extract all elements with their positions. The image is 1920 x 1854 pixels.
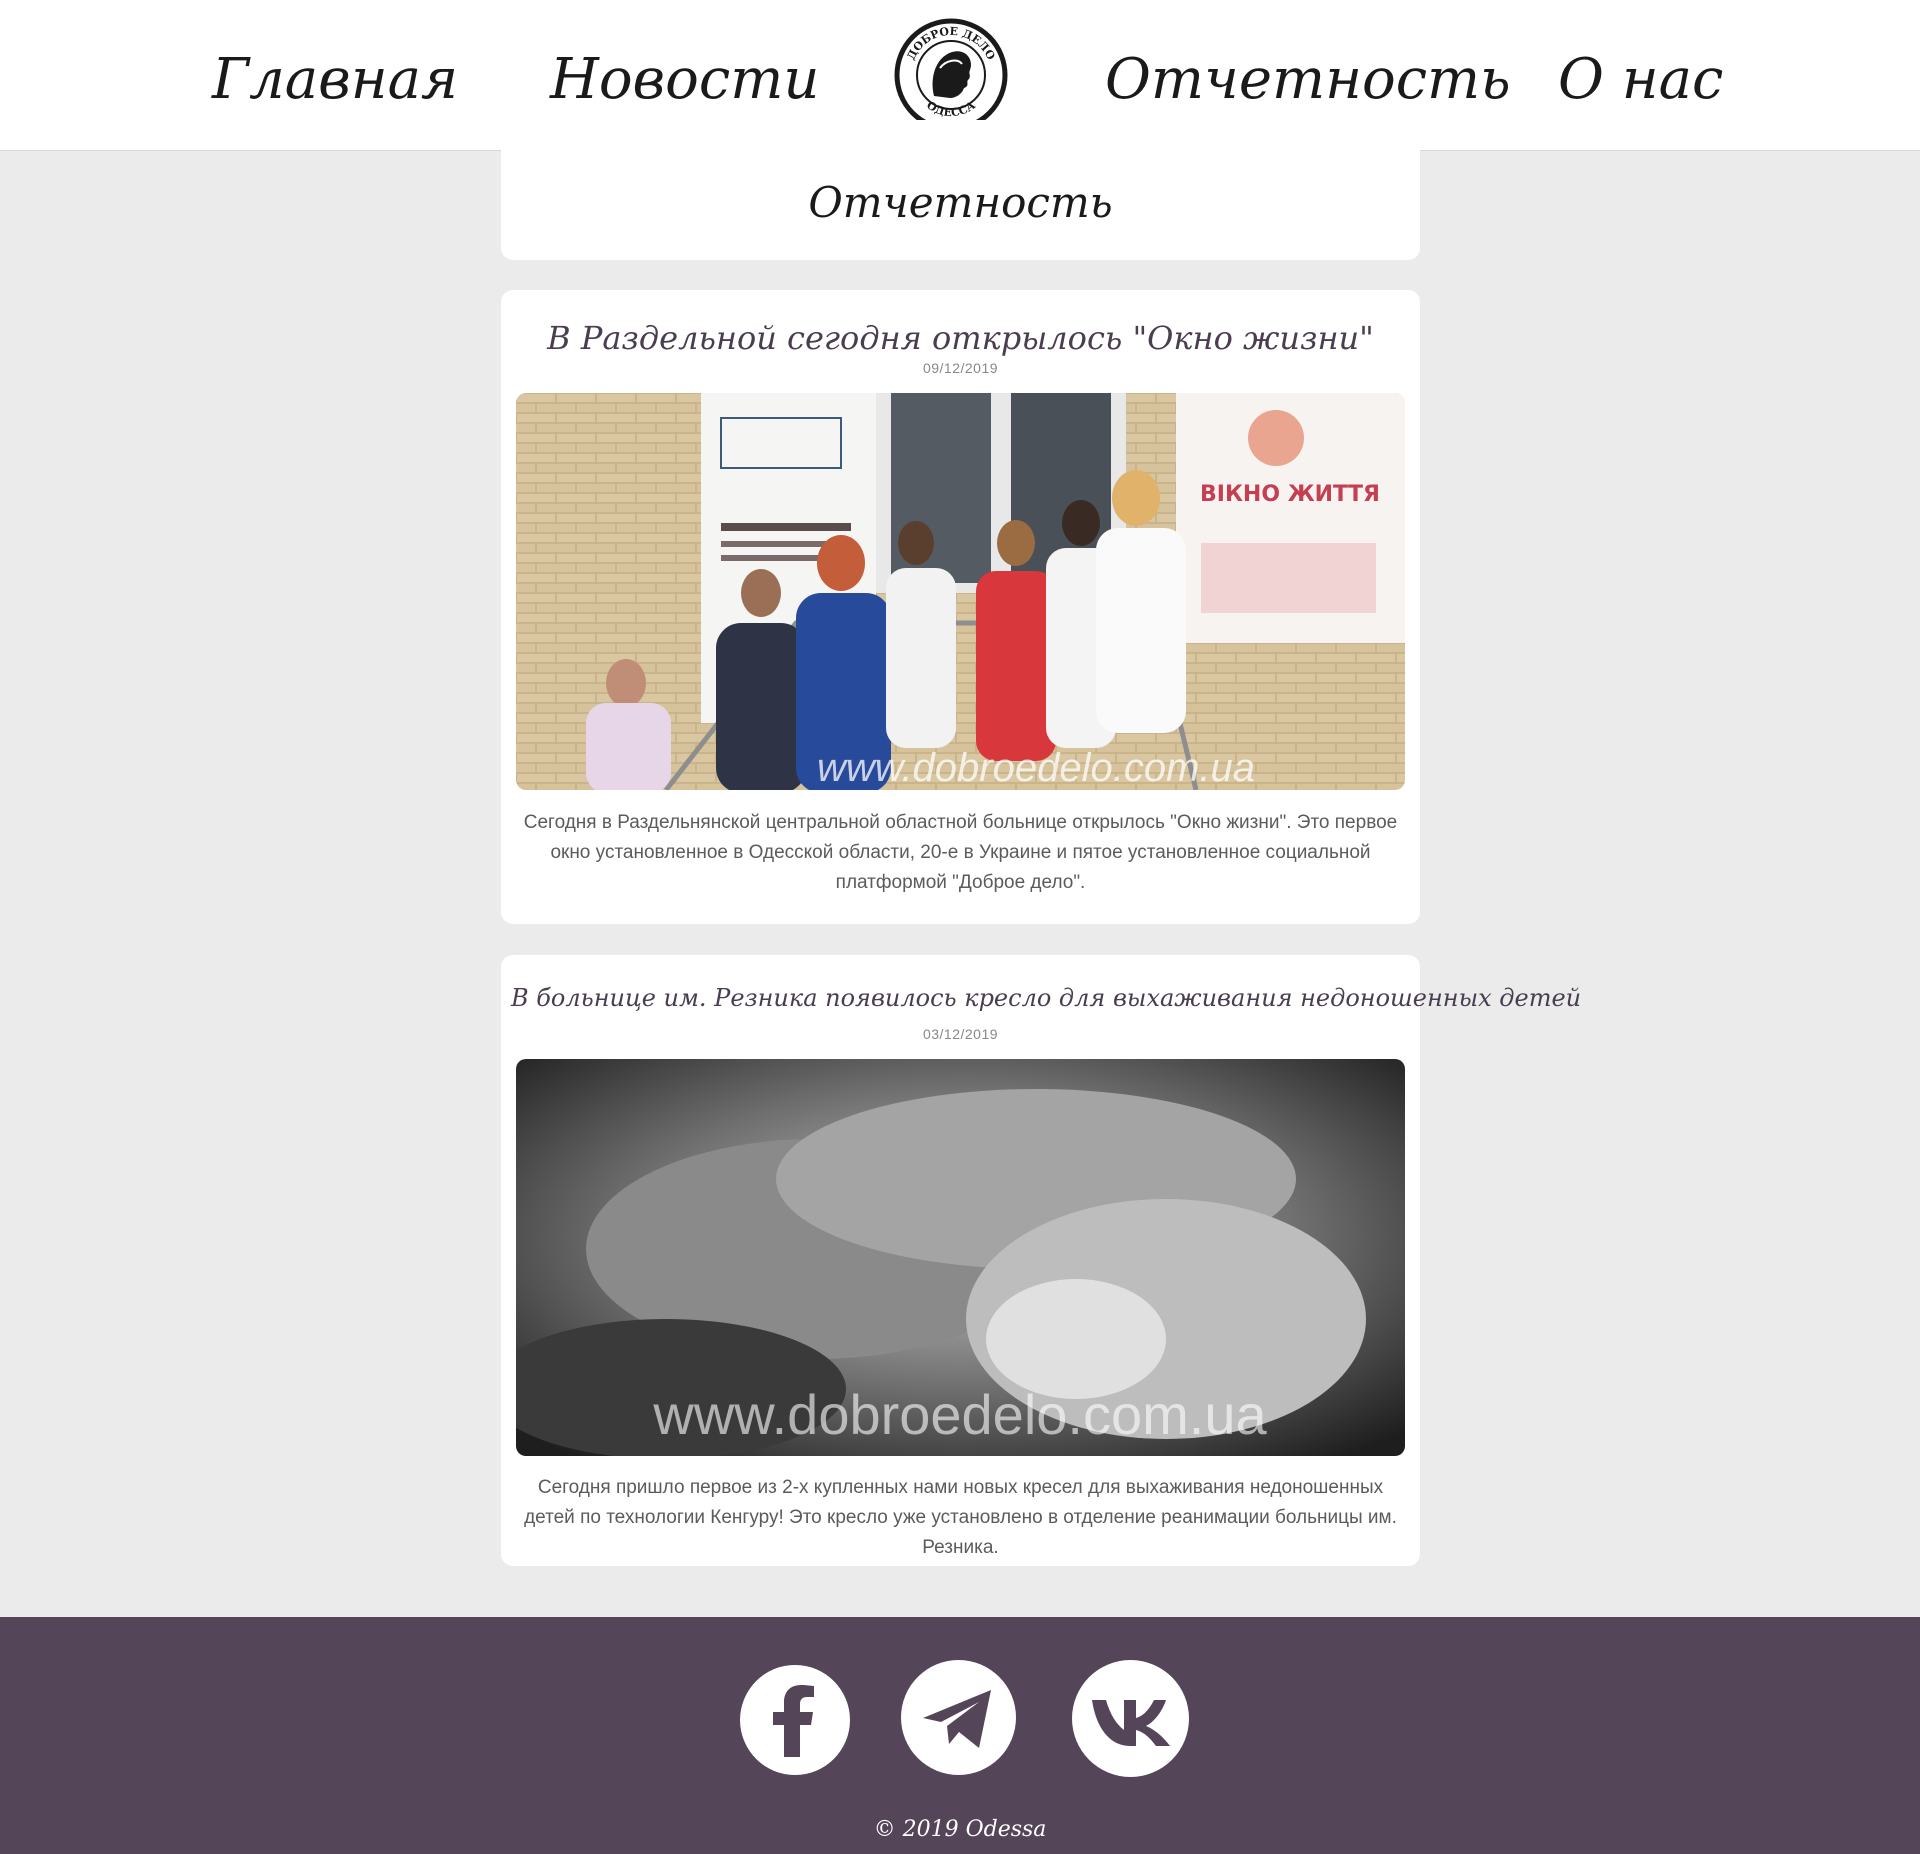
post-title[interactable]: В больнице им. Резника появилось кресло … [511,981,1581,1015]
logo-stamp[interactable]: ДОБРОЕ ДЕЛО ОДЕССА [894,18,1008,132]
nav-home[interactable]: Главная [212,44,458,116]
vk-icon[interactable] [1072,1660,1189,1777]
post-title[interactable]: В Раздельной сегодня открылось "Окно жиз… [511,316,1410,360]
copyright: © 2019 Odessa [873,1817,1047,1842]
post-text: Сегодня пришло первое из 2-х купленных н… [524,1477,1397,1558]
post-image[interactable]: www.dobroedelo.com.ua [516,1059,1405,1456]
svg-text:www.dobroedelo.com.ua: www.dobroedelo.com.ua [652,1383,1267,1446]
svg-text:ВІКНО ЖИТТЯ: ВІКНО ЖИТТЯ [1200,482,1380,507]
nav-reports[interactable]: Отчетность [1105,44,1511,116]
svg-text:www.dobroedelo.com.ua: www.dobroedelo.com.ua [817,746,1255,790]
post-date: 03/12/2019 [922,1026,999,1042]
nav-news[interactable]: Новости [550,44,819,116]
photo-window-of-life: ВІКНО ЖИТТЯ www.dobroedelo.com.ua [516,393,1405,790]
post-card: В Раздельной сегодня открылось "Окно жиз… [501,290,1420,924]
page-title-card: Отчетность [501,120,1420,260]
facebook-icon[interactable] [740,1665,850,1775]
post-card: В больнице им. Резника появилось кресло … [501,955,1581,1566]
post-text: Сегодня в Раздельнянской центральной обл… [523,812,1398,893]
post-image[interactable]: ВІКНО ЖИТТЯ www.dobroedelo.com.ua [516,393,1405,790]
telegram-icon[interactable] [901,1660,1016,1775]
post-date: 09/12/2019 [922,360,999,376]
photo-premature-baby: www.dobroedelo.com.ua [516,1059,1405,1456]
nav-about[interactable]: О нас [1558,44,1723,116]
page-title: Отчетность [808,178,1113,227]
